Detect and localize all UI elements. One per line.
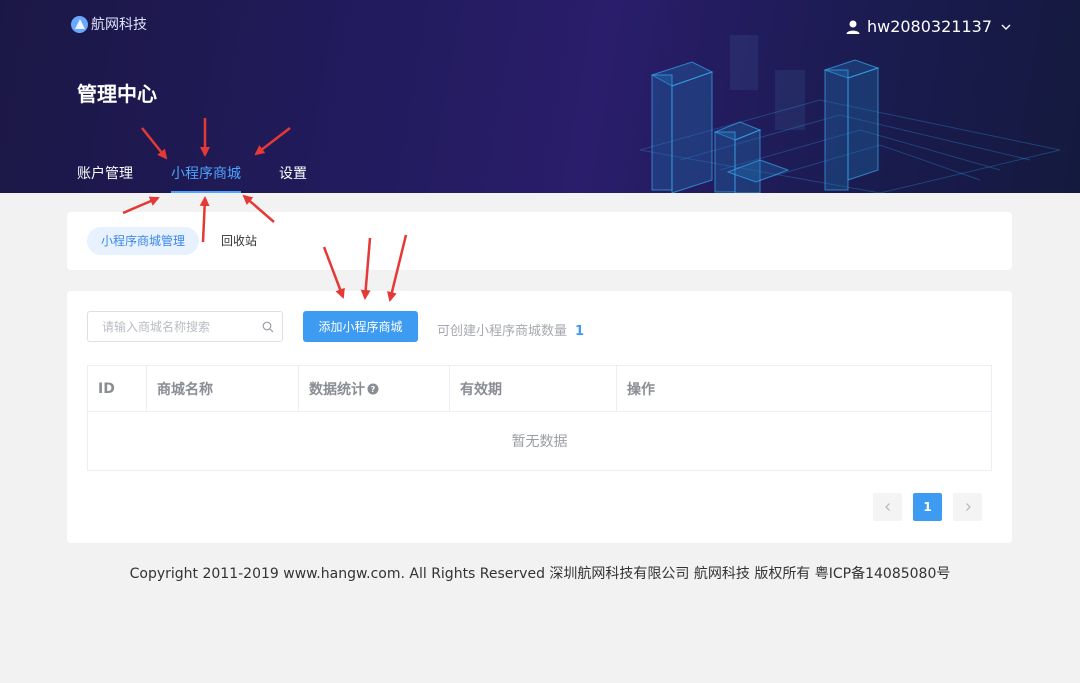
logo-icon (71, 15, 88, 33)
table-empty-state: 暂无数据 (511, 434, 568, 450)
user-icon (846, 20, 860, 34)
help-icon[interactable]: ? (367, 383, 379, 395)
mall-table: ID 商城名称 数据统计 ? 有效期 操作 暂无数据 (87, 365, 992, 471)
user-menu[interactable]: hw2080321137 (845, 17, 1012, 36)
column-label: 数据统计 (309, 381, 365, 398)
chevron-right-icon (965, 503, 971, 511)
mall-list-card: 添加小程序商城 可创建小程序商城数量 1 ID 商城名称 数据统计 ? 有效期 操… (67, 291, 1012, 543)
column-label: 商城名称 (157, 381, 213, 398)
main-nav: 账户管理 小程序商城 设置 (77, 163, 345, 193)
add-mall-button[interactable]: 添加小程序商城 (303, 311, 418, 342)
arrow-icon (122, 196, 160, 215)
prev-page-button[interactable] (873, 493, 902, 521)
column-label: 有效期 (460, 381, 502, 398)
brand-logo[interactable]: 航网科技 (71, 14, 147, 34)
username: hw2080321137 (866, 17, 992, 36)
table-header: ID 商城名称 数据统计 ? 有效期 操作 (88, 366, 991, 412)
nav-tab-mini-program-mall[interactable]: 小程序商城 (171, 163, 241, 193)
chevron-left-icon (884, 503, 890, 511)
logo-text: 航网科技 (91, 17, 147, 33)
nav-tab-account[interactable]: 账户管理 (77, 163, 133, 193)
next-page-button[interactable] (953, 493, 982, 521)
pagination: 1 (862, 493, 982, 521)
subtab-recycle-bin[interactable]: 回收站 (207, 227, 271, 255)
footer-copyright: Copyright 2011-2019 www.hangw.com. All R… (129, 566, 951, 582)
column-header-validity: 有效期 (450, 366, 617, 411)
subtab-card: 小程序商城管理 回收站 (67, 212, 1012, 270)
column-header-name: 商城名称 (147, 366, 299, 411)
page-title: 管理中心 (77, 82, 157, 106)
page-number-button[interactable]: 1 (913, 493, 942, 521)
column-header-stats: 数据统计 ? (299, 366, 450, 411)
search-box[interactable] (87, 311, 283, 342)
column-header-actions: 操作 (617, 366, 991, 411)
header-banner: 航网科技 hw2080321137 管理中心 账户管理 小程序商城 设置 (0, 0, 1080, 193)
column-label: 操作 (627, 381, 655, 398)
column-label: ID (98, 380, 115, 397)
search-icon[interactable] (262, 321, 274, 333)
search-input[interactable] (102, 319, 262, 334)
subtab-mall-management[interactable]: 小程序商城管理 (87, 227, 200, 255)
subtab-bar: 小程序商城管理 回收站 (87, 227, 279, 255)
quota-label: 可创建小程序商城数量 (437, 324, 568, 339)
nav-tab-settings[interactable]: 设置 (279, 163, 307, 193)
svg-text:?: ? (371, 385, 376, 394)
column-header-id: ID (88, 366, 147, 411)
chevron-down-icon (1001, 24, 1011, 30)
quota-info: 可创建小程序商城数量 1 (437, 320, 584, 339)
quota-value: 1 (575, 324, 585, 339)
